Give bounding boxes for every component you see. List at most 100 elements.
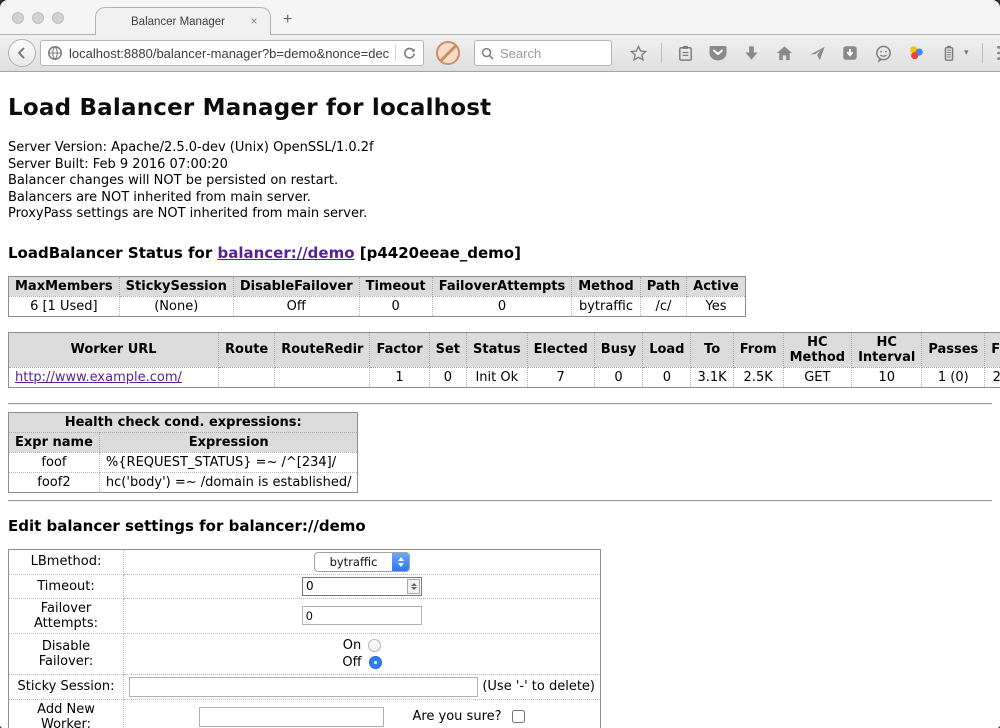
health-table-title: Health check cond. expressions:: [9, 412, 358, 432]
inherit-note-line: Balancers are NOT inherited from main se…: [8, 190, 992, 207]
title-bar: Balancer Manager × +: [0, 0, 1000, 34]
col-active: Active: [687, 276, 746, 296]
col-maxmembers: MaxMembers: [9, 276, 120, 296]
status-heading-prefix: LoadBalancer Status for: [8, 244, 217, 262]
balancer-status-table: MaxMembers StickySession DisableFailover…: [8, 276, 746, 317]
send-tab-icon[interactable]: [807, 43, 827, 63]
reload-icon[interactable]: [402, 46, 417, 61]
status-heading-suffix: [p4420eeae_demo]: [355, 244, 521, 262]
health-row-foof2: foof2 hc('body') =~ /domain is establish…: [9, 472, 358, 492]
radio-on-label: On: [343, 637, 361, 654]
lbmethod-selected-value: bytraffic: [315, 555, 392, 569]
edit-settings-heading: Edit balancer settings for balancer://de…: [8, 517, 992, 535]
col-method: Method: [572, 276, 640, 296]
add-worker-input[interactable]: [199, 707, 384, 727]
health-title-row: Health check cond. expressions:: [9, 412, 358, 432]
toolbar-icons: ▾: [628, 43, 1000, 63]
disable-failover-row: Disable Failover: On Off: [9, 633, 601, 674]
page-title: Load Balancer Manager for localhost: [8, 95, 992, 121]
col-stickysession: StickySession: [119, 276, 233, 296]
add-worker-label: Add New Worker:: [9, 699, 124, 728]
failover-attempts-input[interactable]: [302, 606, 422, 625]
col-disablefailover: DisableFailover: [233, 276, 359, 296]
proxypass-note-line: ProxyPass settings are NOT inherited fro…: [8, 206, 992, 223]
bookmark-star-icon[interactable]: [628, 43, 648, 63]
status-heading: LoadBalancer Status for balancer://demo …: [8, 244, 992, 262]
worker-url-link[interactable]: http://www.example.com/: [15, 370, 182, 385]
battery-extension-icon[interactable]: [939, 43, 959, 63]
browser-tab[interactable]: Balancer Manager ×: [95, 7, 271, 35]
disable-failover-label: Disable Failover:: [9, 633, 124, 674]
globe-icon: [47, 45, 63, 61]
home-icon[interactable]: [774, 43, 794, 63]
zoom-window-button[interactable]: [52, 12, 64, 24]
worker-header-row: Worker URL Route RouteRedir Factor Set S…: [9, 332, 1000, 367]
section-divider-1: [8, 403, 992, 405]
col-timeout: Timeout: [359, 276, 432, 296]
add-worker-row: Add New Worker: Are you sure?: [9, 699, 601, 728]
health-check-table: Health check cond. expressions: Expr nam…: [8, 412, 358, 493]
palette-extension-icon[interactable]: [906, 43, 926, 63]
timeout-input[interactable]: [302, 577, 422, 596]
minimize-window-button[interactable]: [32, 12, 44, 24]
new-tab-button[interactable]: +: [283, 11, 292, 29]
close-window-button[interactable]: [12, 12, 24, 24]
url-text[interactable]: localhost:8880/balancer-manager?b=demo&n…: [69, 46, 389, 61]
tab-close-icon[interactable]: ×: [246, 14, 262, 30]
sticky-session-label: Sticky Session:: [9, 674, 124, 699]
search-icon: [481, 47, 494, 60]
toolbar-divider-2: [982, 43, 983, 63]
lbmethod-select[interactable]: bytraffic: [314, 552, 410, 572]
col-worker-url: Worker URL: [9, 332, 219, 367]
col-expression: Expression: [99, 432, 358, 452]
sticky-session-input[interactable]: [129, 677, 478, 697]
timeout-row: Timeout:: [9, 574, 601, 598]
disable-failover-on-radio[interactable]: [368, 639, 381, 652]
search-bar[interactable]: Search: [474, 40, 612, 66]
overflow-caret-icon[interactable]: ▾: [964, 48, 969, 58]
pocket-icon[interactable]: [708, 43, 728, 63]
server-version-line: Server Version: Apache/2.5.0-dev (Unix) …: [8, 140, 992, 157]
lbmethod-row: LBmethod: bytraffic: [9, 549, 601, 574]
feedback-smiley-icon[interactable]: [873, 43, 893, 63]
lbmethod-label: LBmethod:: [9, 549, 124, 574]
worker-status-table: Worker URL Route RouteRedir Factor Set S…: [8, 332, 1000, 388]
traffic-lights: [12, 12, 64, 24]
are-you-sure-label: Are you sure?: [412, 709, 501, 724]
server-info: Server Version: Apache/2.5.0-dev (Unix) …: [8, 140, 992, 223]
disable-failover-off-radio[interactable]: [369, 656, 382, 669]
search-placeholder: Search: [500, 46, 541, 61]
select-stepper-icon: [392, 553, 409, 571]
tab-title: Balancer Manager: [96, 16, 246, 28]
back-icon: [15, 46, 29, 60]
downloads-icon[interactable]: [741, 43, 761, 63]
timeout-label: Timeout:: [9, 574, 124, 598]
url-divider: [395, 45, 396, 61]
back-button[interactable]: [8, 39, 36, 67]
are-you-sure-checkbox[interactable]: [512, 710, 525, 723]
worker-data-row: http://www.example.com/ 1 0 Init Ok 7 0 …: [9, 367, 1000, 387]
server-built-line: Server Built: Feb 9 2016 07:00:20: [8, 157, 992, 174]
toolbar-divider: [661, 43, 662, 63]
balancer-demo-link[interactable]: balancer://demo: [217, 244, 354, 262]
failover-attempts-row: Failover Attempts:: [9, 598, 601, 633]
persist-note-line: Balancer changes will NOT be persisted o…: [8, 173, 992, 190]
balancer-header-row: MaxMembers StickySession DisableFailover…: [9, 276, 746, 296]
balancer-data-row: 6 [1 Used] (None) Off 0 0 bytraffic /c/ …: [9, 296, 746, 316]
clipboard-icon[interactable]: [675, 43, 695, 63]
content-blocked-icon[interactable]: [436, 41, 460, 65]
sticky-session-row: Sticky Session: (Use '-' to delete): [9, 674, 601, 699]
col-failoverattempts: FailoverAttempts: [432, 276, 572, 296]
menu-hamburger-icon[interactable]: [996, 43, 1000, 63]
number-spinner-icon[interactable]: [407, 579, 420, 594]
nav-bar: localhost:8880/balancer-manager?b=demo&n…: [0, 34, 1000, 72]
page-content: Load Balancer Manager for localhost Serv…: [0, 72, 1000, 728]
url-bar[interactable]: localhost:8880/balancer-manager?b=demo&n…: [40, 40, 424, 66]
health-header-row: Expr name Expression: [9, 432, 358, 452]
radio-off-label: Off: [342, 654, 361, 671]
health-row-foof: foof %{REQUEST_STATUS} =~ /^[234]/: [9, 452, 358, 472]
download-box-icon[interactable]: [840, 43, 860, 63]
col-path: Path: [640, 276, 686, 296]
edit-settings-form: LBmethod: bytraffic Timeout: Failover At…: [8, 549, 601, 728]
section-divider-2: [8, 500, 992, 502]
